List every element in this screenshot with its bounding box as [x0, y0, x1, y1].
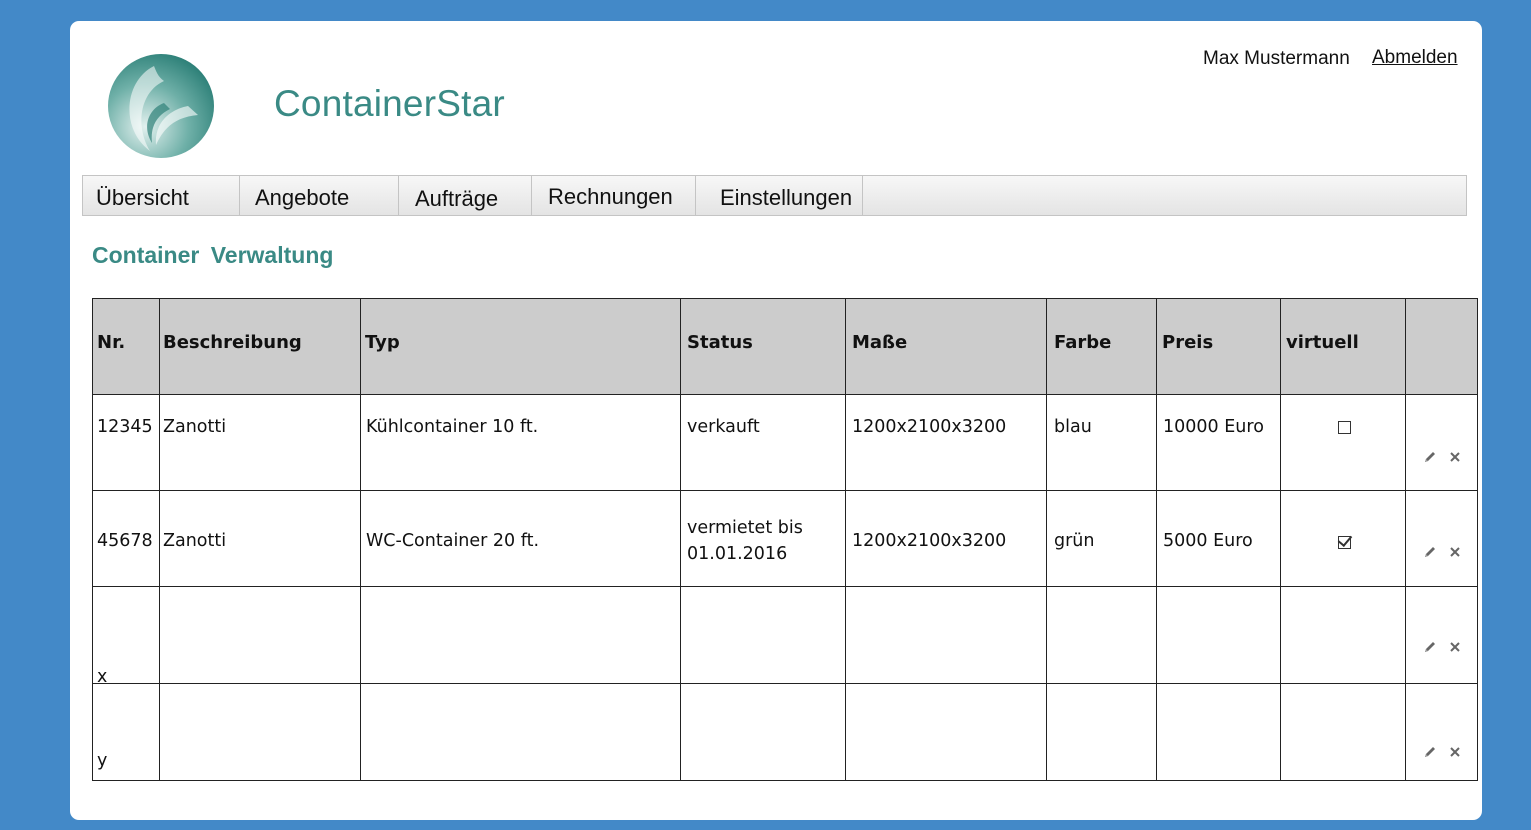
- user-name: Max Mustermann: [1203, 48, 1350, 69]
- pencil-icon[interactable]: [1422, 639, 1438, 655]
- virtuell-checkbox[interactable]: [1338, 421, 1351, 434]
- virtuell-checkbox[interactable]: [1338, 536, 1351, 549]
- main-panel: ContainerStar Max Mustermann Abmelden Üb…: [70, 21, 1482, 820]
- column-header-typ[interactable]: Typ: [365, 332, 400, 353]
- page-title: Container Verwaltung: [92, 242, 334, 268]
- cell-beschreibung: Zanotti: [163, 417, 227, 437]
- close-icon[interactable]: [1447, 744, 1463, 760]
- cell-status: verkauft: [687, 417, 760, 437]
- column-header-status[interactable]: Status: [687, 332, 753, 353]
- cell-status-date: 01.01.2016: [687, 544, 788, 564]
- pencil-icon[interactable]: [1422, 744, 1438, 760]
- nav-tab-auftraege[interactable]: Aufträge: [399, 176, 532, 215]
- cell-status: vermietet bis: [687, 518, 803, 538]
- nav-tab-uebersicht[interactable]: Übersicht: [83, 176, 240, 215]
- cell-nr: y: [97, 751, 108, 771]
- logo-swirl-icon: [108, 54, 214, 158]
- cell-farbe: blau: [1054, 417, 1092, 437]
- cell-nr: 12345: [97, 417, 153, 437]
- cell-preis: 5000 Euro: [1163, 531, 1253, 551]
- column-header-preis[interactable]: Preis: [1162, 332, 1213, 353]
- cell-preis: 10000 Euro: [1163, 417, 1264, 437]
- column-header-farbe[interactable]: Farbe: [1054, 332, 1111, 353]
- cell-masse: 1200x2100x3200: [852, 531, 1007, 551]
- nav-tab-angebote[interactable]: Angebote: [240, 176, 399, 215]
- pencil-icon[interactable]: [1422, 449, 1438, 465]
- cell-nr: 45678: [97, 531, 153, 551]
- logout-link[interactable]: Abmelden: [1372, 47, 1458, 69]
- close-icon[interactable]: [1447, 449, 1463, 465]
- column-header-masse[interactable]: Maße: [852, 332, 907, 353]
- cell-typ: Kühlcontainer 10 ft.: [366, 417, 539, 437]
- column-header-nr[interactable]: Nr.: [97, 332, 125, 353]
- cell-nr: x: [97, 667, 108, 687]
- container-table: Nr. Beschreibung Typ Status Maße Farbe P…: [92, 298, 1478, 781]
- cell-typ: WC-Container 20 ft.: [366, 531, 540, 551]
- nav-tab-rechnungen[interactable]: Rechnungen: [532, 176, 696, 215]
- close-icon[interactable]: [1447, 544, 1463, 560]
- column-header-beschreibung[interactable]: Beschreibung: [163, 332, 302, 353]
- app-title: ContainerStar: [274, 83, 505, 124]
- cell-farbe: grün: [1054, 531, 1095, 551]
- cell-masse: 1200x2100x3200: [852, 417, 1007, 437]
- close-icon[interactable]: [1447, 639, 1463, 655]
- column-header-virtuell[interactable]: virtuell: [1286, 332, 1359, 353]
- nav-tab-einstellungen[interactable]: Einstellungen: [696, 176, 863, 215]
- main-nav: Übersicht Angebote Aufträge Rechnungen E…: [82, 175, 1467, 216]
- pencil-icon[interactable]: [1422, 544, 1438, 560]
- cell-beschreibung: Zanotti: [163, 531, 227, 551]
